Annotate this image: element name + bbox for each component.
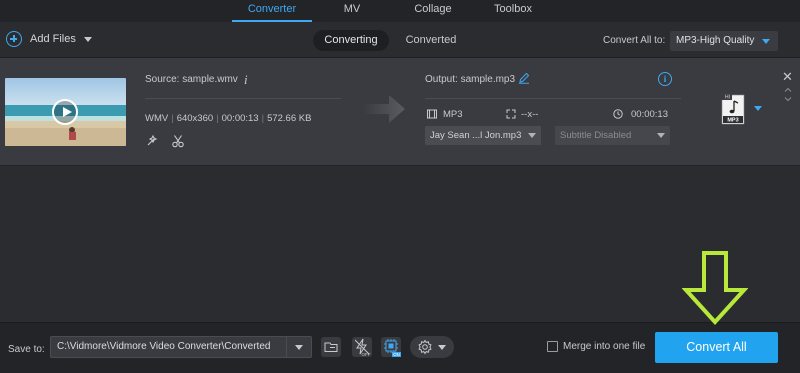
file-row: Source: sample.wmv i WMV | 640x360 | 00:…: [0, 58, 800, 166]
subtitle-select[interactable]: Subtitle Disabled: [555, 126, 670, 145]
info-icon[interactable]: i: [658, 72, 672, 86]
gear-icon: [418, 339, 432, 355]
folder-icon[interactable]: [320, 336, 342, 358]
chevron-down-icon[interactable]: [784, 95, 792, 103]
add-files-button[interactable]: Add Files: [6, 31, 92, 47]
chevron-down-icon[interactable]: [83, 36, 92, 42]
info-icon[interactable]: i: [244, 72, 248, 88]
chevron-up-icon[interactable]: [784, 86, 792, 94]
chevron-down-icon: [528, 133, 536, 138]
resolution-icon: [506, 109, 516, 119]
cut-icon[interactable]: [171, 134, 185, 148]
chevron-down-icon: [657, 133, 665, 138]
mp3-format-icon[interactable]: HI MP3: [718, 92, 748, 126]
source-resolution: 640x360: [176, 113, 214, 124]
output-format: MP3: [443, 109, 463, 120]
bottom-bar: Save to: C:\Vidmore\Vidmore Video Conver…: [0, 322, 800, 373]
enhance-icon[interactable]: [145, 134, 159, 148]
chevron-down-icon: [295, 345, 303, 350]
merge-checkbox[interactable]: Merge into one file: [547, 341, 645, 352]
hardware-acceleration-icon[interactable]: OFF: [351, 336, 373, 358]
play-icon[interactable]: [52, 99, 78, 125]
format-badge-top: HI: [725, 95, 730, 101]
divider: [145, 98, 341, 99]
chevron-down-icon: [762, 39, 770, 44]
source-duration: 00:00:13: [221, 113, 259, 124]
hardware-acceleration-state: OFF: [362, 352, 371, 357]
gpu-acceleration-icon[interactable]: ON: [380, 336, 402, 358]
gpu-acceleration-state: ON: [393, 352, 399, 357]
save-path-field[interactable]: C:\Vidmore\Vidmore Video Converter\Conve…: [50, 336, 286, 358]
separator: |: [216, 113, 219, 124]
format-select[interactable]: MP3-High Quality: [670, 31, 778, 51]
chevron-down-icon: [438, 345, 446, 350]
chevron-down-icon[interactable]: [754, 106, 762, 111]
tab-converter[interactable]: Converter: [232, 3, 312, 22]
top-nav: Converter MV Collage Toolbox: [0, 0, 800, 22]
tab-toolbox[interactable]: Toolbox: [488, 3, 538, 22]
format-select-value: MP3-High Quality: [676, 35, 755, 46]
audio-track-select[interactable]: Jay Sean ...l Jon.mp3: [425, 126, 541, 145]
format-badge-bottom: MP3: [727, 118, 738, 124]
edit-icon[interactable]: [518, 72, 530, 84]
source-size: 572.66 KB: [267, 113, 312, 124]
video-thumbnail[interactable]: [5, 78, 126, 146]
close-icon[interactable]: ✕: [782, 70, 793, 83]
divider: [425, 98, 681, 99]
convert-all-button[interactable]: Convert All: [655, 332, 778, 363]
output-duration: 00:00:13: [631, 109, 668, 120]
output-label: Output: sample.mp3: [425, 74, 516, 85]
convert-all-to-label: Convert All to:: [603, 35, 666, 46]
file-list-empty-area: [0, 167, 800, 322]
annotation-arrow-icon: [682, 251, 748, 325]
tab-converted[interactable]: Converted: [396, 30, 466, 51]
checkbox[interactable]: [547, 341, 558, 352]
source-meta: WMV | 640x360 | 00:00:13 | 572.66 KB: [145, 113, 311, 124]
merge-label: Merge into one file: [563, 341, 646, 352]
separator: |: [171, 113, 174, 124]
toolbar: Add Files Converting Converted Convert A…: [0, 22, 800, 58]
save-path-dropdown[interactable]: [286, 336, 312, 358]
add-files-label: Add Files: [30, 33, 76, 45]
audio-track-value: Jay Sean ...l Jon.mp3: [430, 130, 522, 141]
tab-collage[interactable]: Collage: [408, 3, 458, 22]
add-icon: [6, 31, 22, 47]
separator: |: [261, 113, 265, 124]
tab-converting[interactable]: Converting: [313, 30, 389, 51]
film-icon: [427, 109, 437, 119]
source-format: WMV: [145, 113, 169, 124]
output-resolution: --x--: [521, 109, 539, 120]
save-to-label: Save to:: [8, 344, 45, 355]
settings-button[interactable]: [410, 336, 454, 358]
convert-arrow-icon: [363, 95, 405, 123]
clock-icon: [613, 109, 623, 119]
subtitle-value: Subtitle Disabled: [560, 130, 632, 141]
tab-mv[interactable]: MV: [330, 3, 374, 22]
source-label: Source: sample.wmv: [145, 74, 238, 85]
